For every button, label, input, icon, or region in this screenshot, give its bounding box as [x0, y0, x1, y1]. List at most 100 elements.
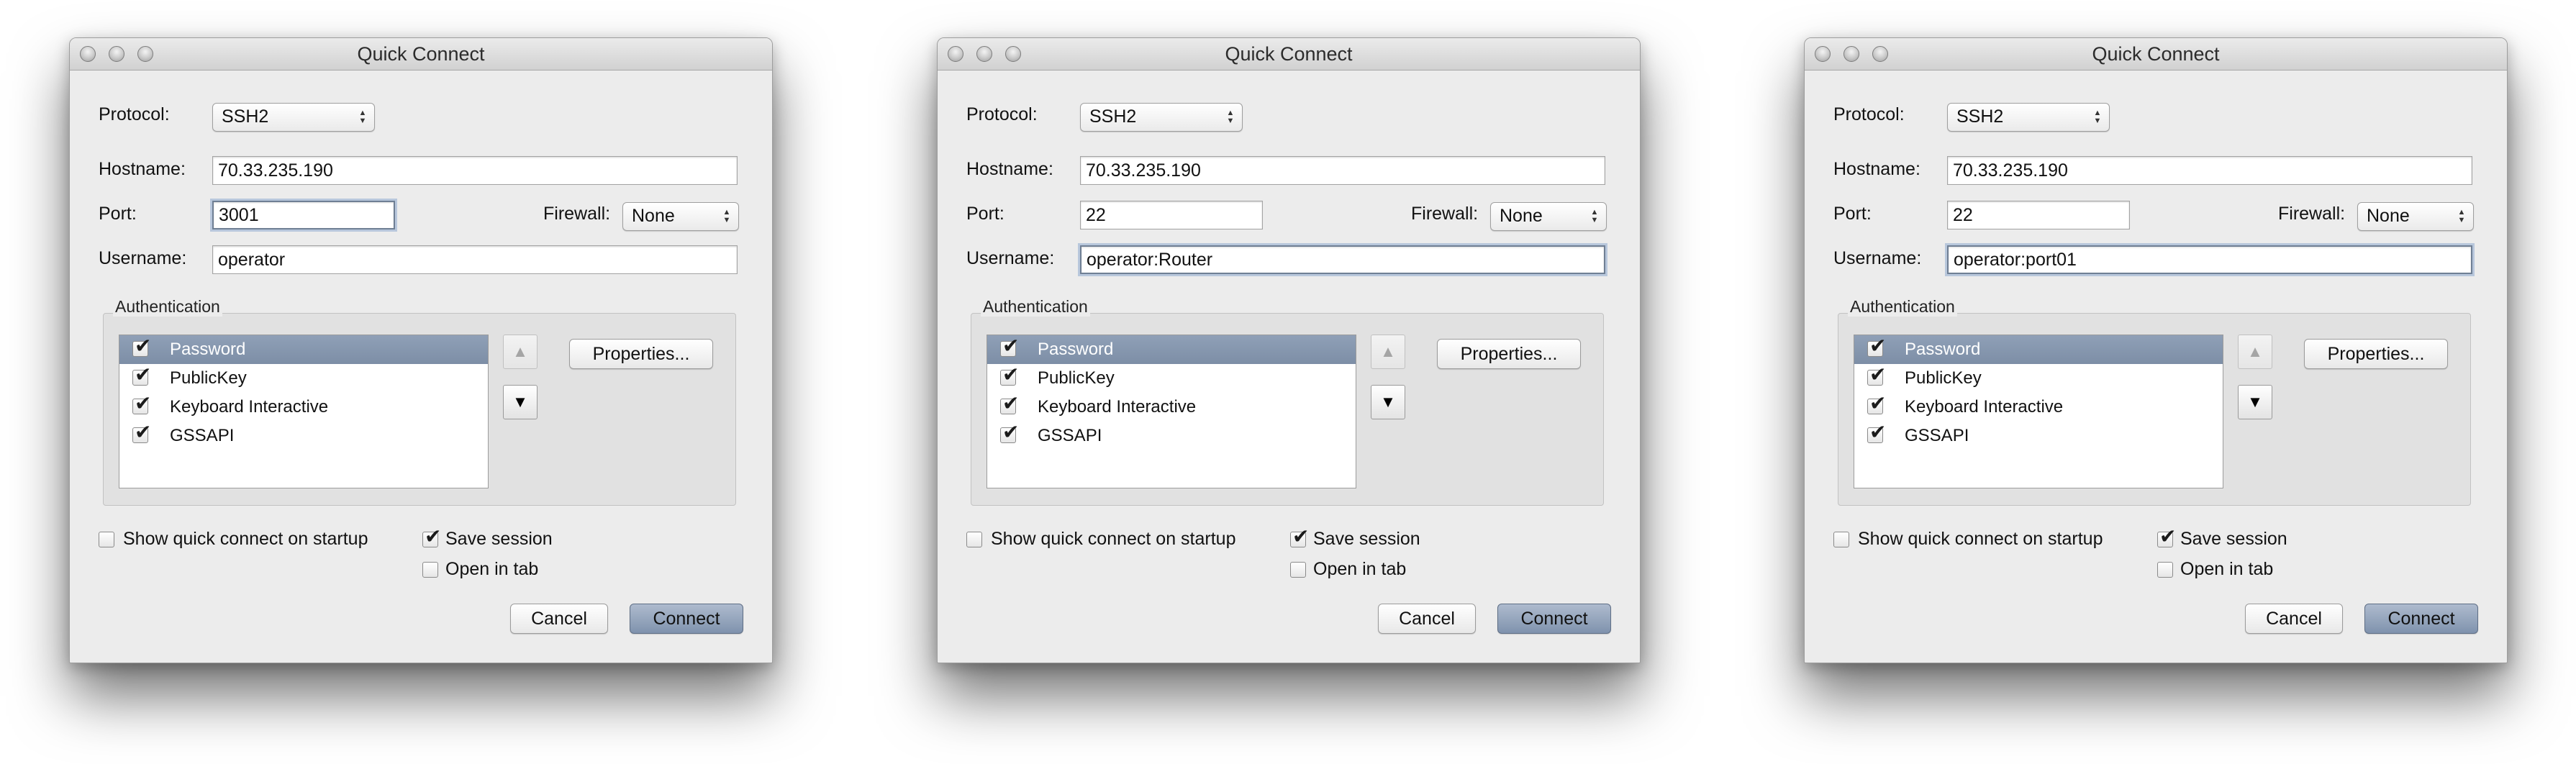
- save-session-checkbox[interactable]: ✔: [2157, 527, 2176, 547]
- protocol-select-value: SSH2: [1956, 106, 2004, 127]
- list-item-publickey[interactable]: ✔ PublicKey: [1854, 364, 2223, 393]
- list-item-gssapi[interactable]: ✔ GSSAPI: [119, 422, 488, 450]
- authentication-group-title: Authentication: [113, 297, 222, 317]
- move-down-button[interactable]: ▼: [1371, 385, 1405, 419]
- select-arrows-icon: ▲ ▼: [722, 208, 731, 224]
- checkmark-icon: ✔: [1002, 363, 1020, 386]
- select-arrows-icon: ▲ ▼: [358, 109, 367, 125]
- down-arrow-icon: ▼: [2247, 393, 2263, 411]
- publickey-checkbox[interactable]: ✔: [1867, 365, 1886, 386]
- hostname-label: Hostname:: [99, 159, 186, 179]
- keyboard-interactive-checkbox[interactable]: ✔: [1867, 394, 1886, 414]
- checkmark-icon: ✔: [1002, 420, 1020, 444]
- list-item-label: PublicKey: [1905, 368, 1982, 388]
- checkmark-icon: ✔: [2159, 524, 2177, 548]
- gssapi-checkbox[interactable]: ✔: [1867, 422, 1886, 443]
- protocol-select[interactable]: SSH2 ▲ ▼: [1947, 103, 2110, 132]
- port-field[interactable]: 22: [1947, 201, 2130, 229]
- gssapi-checkbox[interactable]: ✔: [132, 422, 151, 443]
- checkmark-icon: ✔: [1869, 334, 1887, 358]
- list-item-password[interactable]: ✔ Password: [1854, 335, 2223, 364]
- port-field[interactable]: 3001: [212, 201, 395, 229]
- authentication-method-list[interactable]: ✔ Password ✔ PublicKey ✔ Keyboard Intera…: [1854, 335, 2223, 488]
- move-up-button[interactable]: ▲: [2238, 335, 2272, 369]
- connect-button[interactable]: Connect: [1497, 604, 1611, 634]
- hostname-field[interactable]: 70.33.235.190: [1947, 156, 2472, 185]
- move-up-button[interactable]: ▲: [1371, 335, 1405, 369]
- quick-connect-dialog-1: Quick Connect Protocol: SSH2 ▲ ▼ Hostname…: [69, 37, 773, 663]
- properties-button[interactable]: Properties...: [1437, 339, 1581, 369]
- port-field[interactable]: 22: [1080, 201, 1263, 229]
- firewall-select[interactable]: None ▲ ▼: [2357, 202, 2474, 231]
- save-session-label: Save session: [445, 529, 553, 549]
- move-up-button[interactable]: ▲: [503, 335, 538, 369]
- save-session-checkbox[interactable]: ✔: [422, 527, 441, 547]
- publickey-checkbox[interactable]: ✔: [132, 365, 151, 386]
- save-session-checkbox[interactable]: ✔: [1290, 527, 1309, 547]
- properties-button[interactable]: Properties...: [2304, 339, 2448, 369]
- select-arrows-icon: ▲ ▼: [1226, 109, 1235, 125]
- checkmark-icon: ✔: [135, 334, 152, 358]
- open-in-tab-checkbox[interactable]: [2157, 562, 2173, 578]
- open-in-tab-checkbox[interactable]: [1290, 562, 1306, 578]
- gssapi-checkbox[interactable]: ✔: [1000, 422, 1019, 443]
- protocol-select[interactable]: SSH2 ▲ ▼: [1080, 103, 1243, 132]
- checkmark-icon: ✔: [425, 524, 442, 548]
- hostname-field[interactable]: 70.33.235.190: [1080, 156, 1605, 185]
- password-checkbox[interactable]: ✔: [1867, 336, 1886, 357]
- authentication-method-list[interactable]: ✔ Password ✔ PublicKey ✔ Keyboard Intera…: [987, 335, 1356, 488]
- keyboard-interactive-checkbox[interactable]: ✔: [132, 394, 151, 414]
- password-checkbox[interactable]: ✔: [1000, 336, 1019, 357]
- down-arrow-icon: ▼: [1380, 393, 1396, 411]
- window-title: Quick Connect: [2092, 43, 2220, 65]
- protocol-label: Protocol:: [1833, 104, 1905, 124]
- firewall-select[interactable]: None ▲ ▼: [622, 202, 739, 231]
- username-field[interactable]: operator:Router: [1080, 245, 1605, 274]
- up-arrow-icon: ▲: [1380, 342, 1396, 360]
- publickey-checkbox[interactable]: ✔: [1000, 365, 1019, 386]
- select-arrows-icon: ▲ ▼: [2093, 109, 2102, 125]
- list-item-keyboard-interactive[interactable]: ✔ Keyboard Interactive: [119, 393, 488, 422]
- checkmark-icon: ✔: [1002, 391, 1020, 415]
- firewall-select-value: None: [632, 206, 675, 226]
- open-in-tab-checkbox[interactable]: [422, 562, 438, 578]
- properties-button[interactable]: Properties...: [569, 339, 713, 369]
- protocol-label: Protocol:: [966, 104, 1038, 124]
- username-field[interactable]: operator: [212, 245, 738, 274]
- list-item-gssapi[interactable]: ✔ GSSAPI: [1854, 422, 2223, 450]
- show-quick-connect-checkbox[interactable]: [966, 532, 982, 547]
- move-down-button[interactable]: ▼: [503, 385, 538, 419]
- cancel-button[interactable]: Cancel: [2245, 604, 2343, 634]
- checkmark-icon: ✔: [1002, 334, 1020, 358]
- username-field[interactable]: operator:port01: [1947, 245, 2472, 274]
- protocol-label: Protocol:: [99, 104, 170, 124]
- list-item-gssapi[interactable]: ✔ GSSAPI: [987, 422, 1356, 450]
- list-item-publickey[interactable]: ✔ PublicKey: [119, 364, 488, 393]
- list-item-keyboard-interactive[interactable]: ✔ Keyboard Interactive: [987, 393, 1356, 422]
- protocol-select[interactable]: SSH2 ▲ ▼: [212, 103, 375, 132]
- title-bar: Quick Connect: [938, 38, 1640, 71]
- list-item-publickey[interactable]: ✔ PublicKey: [987, 364, 1356, 393]
- show-quick-connect-label: Show quick connect on startup: [123, 529, 368, 549]
- move-down-button[interactable]: ▼: [2238, 385, 2272, 419]
- select-arrows-icon: ▲ ▼: [1590, 208, 1599, 224]
- list-item-keyboard-interactive[interactable]: ✔ Keyboard Interactive: [1854, 393, 2223, 422]
- list-item-label: Password: [1038, 340, 1114, 359]
- authentication-method-list[interactable]: ✔ Password ✔ PublicKey ✔ Keyboard Intera…: [119, 335, 489, 488]
- connect-button[interactable]: Connect: [630, 604, 743, 634]
- firewall-select[interactable]: None ▲ ▼: [1490, 202, 1607, 231]
- list-item-password[interactable]: ✔ Password: [987, 335, 1356, 364]
- protocol-select-value: SSH2: [222, 106, 269, 127]
- list-item-password[interactable]: ✔ Password: [119, 335, 488, 364]
- password-checkbox[interactable]: ✔: [132, 336, 151, 357]
- hostname-field[interactable]: 70.33.235.190: [212, 156, 738, 185]
- show-quick-connect-checkbox[interactable]: [99, 532, 114, 547]
- window-title: Quick Connect: [357, 43, 485, 65]
- show-quick-connect-checkbox[interactable]: [1833, 532, 1849, 547]
- cancel-button[interactable]: Cancel: [510, 604, 608, 634]
- cancel-button[interactable]: Cancel: [1378, 604, 1476, 634]
- checkmark-icon: ✔: [1869, 363, 1887, 386]
- connect-button[interactable]: Connect: [2364, 604, 2478, 634]
- quick-connect-dialog-3: Quick Connect Protocol: SSH2 ▲ ▼ Hostname…: [1804, 37, 2508, 663]
- keyboard-interactive-checkbox[interactable]: ✔: [1000, 394, 1019, 414]
